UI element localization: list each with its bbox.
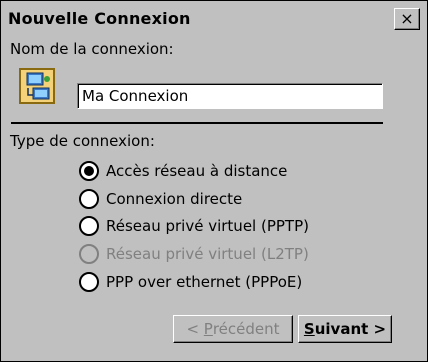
radio-direct-connection[interactable]: Connexion directe <box>79 188 242 210</box>
connection-name-label: Nom de la connexion: <box>10 40 174 58</box>
previous-button: < Précédent <box>173 315 293 343</box>
radio-checked-icon[interactable] <box>79 161 99 181</box>
separator <box>11 122 383 124</box>
radio-unchecked-icon[interactable] <box>79 216 99 236</box>
radio-label: Réseau privé virtuel (L2TP) <box>106 245 309 263</box>
title-bar[interactable]: Nouvelle Connexion × <box>2 2 426 35</box>
window-title: Nouvelle Connexion <box>8 9 191 28</box>
radio-disabled-icon <box>79 244 99 264</box>
next-button[interactable]: Suivant > <box>298 315 392 343</box>
network-connection-icon <box>19 68 55 104</box>
radio-pppoe[interactable]: PPP over ethernet (PPPoE) <box>79 271 302 293</box>
close-button[interactable]: × <box>394 8 420 30</box>
radio-vpn-pptp[interactable]: Réseau privé virtuel (PPTP) <box>79 215 309 237</box>
radio-label: PPP over ethernet (PPPoE) <box>106 273 303 291</box>
close-icon: × <box>400 9 414 28</box>
previous-access-key: P <box>203 320 213 338</box>
previous-label: récédent <box>212 320 280 338</box>
radio-dialup[interactable]: Accès réseau à distance <box>79 160 287 182</box>
next-label: uivant > <box>314 320 387 338</box>
radio-unchecked-icon[interactable] <box>79 189 99 209</box>
radio-vpn-l2tp: Réseau privé virtuel (L2TP) <box>79 243 309 265</box>
radio-label: Réseau privé virtuel (PPTP) <box>106 217 309 235</box>
radio-unchecked-icon[interactable] <box>79 272 99 292</box>
radio-label: Connexion directe <box>106 190 243 208</box>
radio-label: Accès réseau à distance <box>106 162 288 180</box>
next-access-key: S <box>303 320 315 338</box>
connection-type-label: Type de connexion: <box>10 132 155 150</box>
connection-name-input[interactable] <box>77 83 383 109</box>
previous-prefix: < <box>186 320 204 338</box>
dialog-window: Nouvelle Connexion × Nom de la connexion… <box>0 0 428 362</box>
